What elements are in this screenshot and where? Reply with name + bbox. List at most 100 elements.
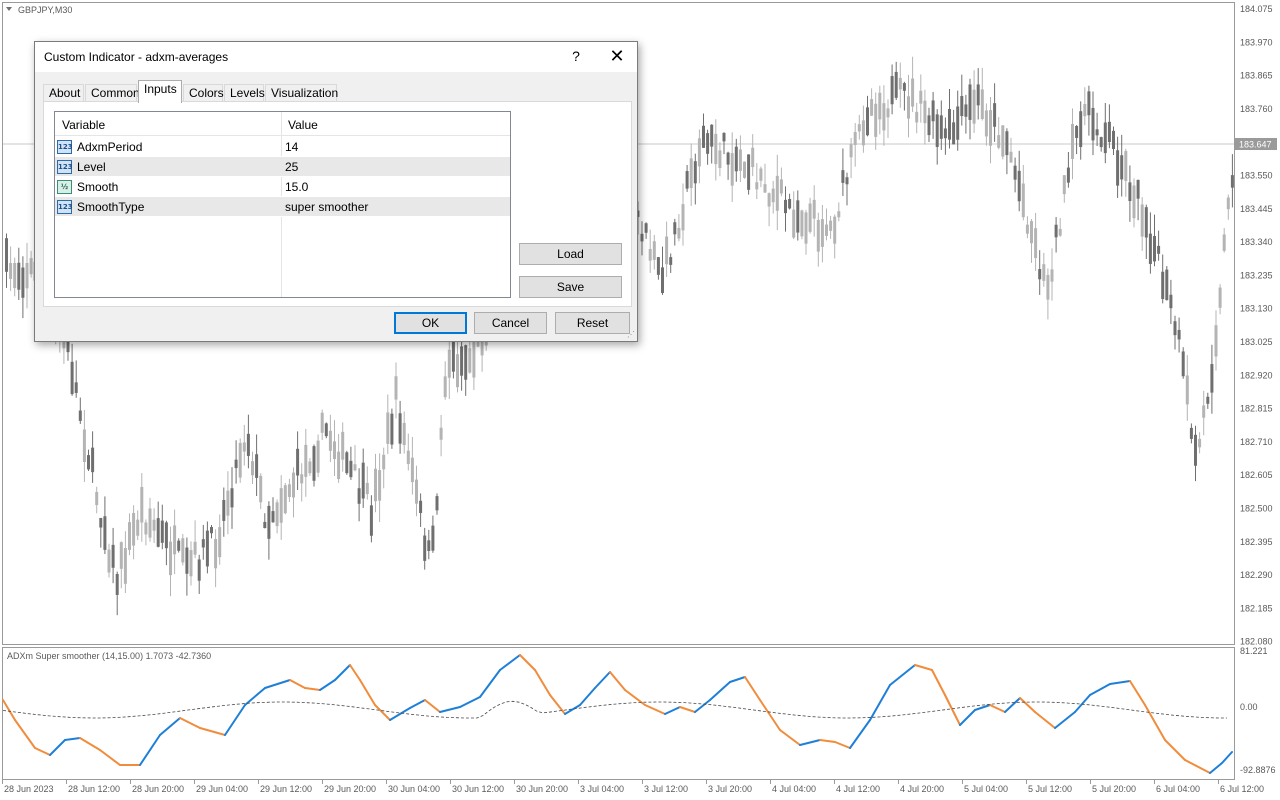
candle xyxy=(1132,185,1136,219)
help-icon[interactable]: ? xyxy=(566,48,586,66)
variable-value[interactable]: 15.0 xyxy=(285,180,308,194)
resize-grip-icon[interactable]: ⋰ xyxy=(627,331,635,339)
candle xyxy=(1206,396,1210,404)
table-row[interactable]: 123 Level 25 xyxy=(55,157,510,177)
candle xyxy=(1071,123,1074,159)
indicator-line-segment xyxy=(609,671,626,691)
candle xyxy=(730,153,734,186)
candle xyxy=(915,111,919,123)
dialog-title-bar[interactable]: Custom Indicator - adxm-averages ? ✕ xyxy=(35,42,637,72)
candle xyxy=(1075,126,1079,138)
candle xyxy=(435,496,439,511)
candle xyxy=(812,199,816,219)
candle xyxy=(87,455,90,470)
current-price-label: 183.647 xyxy=(1239,140,1272,150)
indicator-line-segment xyxy=(79,737,101,751)
candle xyxy=(185,547,189,574)
load-button[interactable]: Load xyxy=(519,243,622,265)
candle xyxy=(784,199,787,214)
indicator-line-segment xyxy=(889,664,916,686)
candle xyxy=(283,485,287,514)
indicator-line-segment xyxy=(644,704,666,715)
candle xyxy=(316,440,320,473)
table-row[interactable]: 123 SmoothType super smoother xyxy=(55,197,510,217)
indicator-line-segment xyxy=(914,664,933,671)
tab-about[interactable]: About xyxy=(43,84,84,102)
candle xyxy=(874,103,878,137)
candle xyxy=(939,115,943,139)
candle xyxy=(1177,329,1181,340)
candle xyxy=(357,488,361,504)
candle xyxy=(693,161,697,184)
save-button[interactable]: Save xyxy=(519,276,622,298)
candle xyxy=(648,249,652,261)
tab-colors[interactable]: Colors xyxy=(183,84,224,102)
candle xyxy=(1189,427,1193,439)
candle xyxy=(74,382,78,393)
indicator-line-segment xyxy=(14,719,36,749)
candle xyxy=(1210,364,1214,393)
indicator-line-segment xyxy=(694,699,711,713)
candle xyxy=(677,227,681,239)
price-tick-label: 182.185 xyxy=(1240,603,1273,613)
price-tick-label: 183.130 xyxy=(1240,304,1273,314)
cancel-button[interactable]: Cancel xyxy=(474,312,547,334)
indicator-line-segment xyxy=(779,729,801,746)
table-row[interactable]: ½ Smooth 15.0 xyxy=(55,177,510,197)
candle xyxy=(935,114,939,147)
price-tick-label: 182.710 xyxy=(1240,437,1273,447)
variable-value[interactable]: super smoother xyxy=(285,200,368,214)
candle xyxy=(845,177,849,185)
indicator-line-segment xyxy=(1004,697,1021,713)
candle xyxy=(17,262,21,290)
variable-value[interactable]: 25 xyxy=(285,160,298,174)
inputs-panel: Variable Value 123 AdxmPeriod 14 123 Lev… xyxy=(43,101,632,307)
indicator-line-segment xyxy=(424,699,441,713)
candle xyxy=(976,84,980,106)
candle xyxy=(328,430,332,451)
candle xyxy=(210,527,213,534)
candle xyxy=(1066,167,1070,183)
candle xyxy=(902,83,906,91)
indicator-line-segment xyxy=(264,679,291,689)
candle xyxy=(1124,151,1128,181)
table-row[interactable]: 123 AdxmPeriod 14 xyxy=(55,137,510,157)
indicator-line-segment xyxy=(199,727,226,736)
ok-button[interactable]: OK xyxy=(394,312,467,334)
indicator-line-segment xyxy=(1129,680,1146,706)
triangle-down-icon xyxy=(6,7,12,11)
tab-visualization[interactable]: Visualization xyxy=(265,84,338,102)
tab-inputs[interactable]: Inputs xyxy=(138,80,182,103)
candle xyxy=(279,488,283,523)
time-tick-label: 3 Jul 04:00 xyxy=(580,784,624,794)
candle xyxy=(972,89,976,124)
candle xyxy=(95,491,99,506)
candle xyxy=(886,108,890,118)
reset-button[interactable]: Reset xyxy=(555,312,630,334)
integer-icon: 123 xyxy=(57,200,73,214)
candle xyxy=(152,519,156,531)
variable-value[interactable]: 14 xyxy=(285,140,298,154)
candle xyxy=(1173,321,1177,336)
candle xyxy=(857,124,861,132)
candle xyxy=(644,223,648,233)
integer-icon: 123 xyxy=(57,140,73,154)
candle xyxy=(927,115,931,136)
candle xyxy=(792,209,796,238)
close-icon[interactable]: ✕ xyxy=(605,46,629,68)
time-tick-label: 5 Jul 04:00 xyxy=(964,784,1008,794)
indicator-line-segment xyxy=(459,696,481,708)
candle xyxy=(853,132,857,145)
candle xyxy=(472,342,476,378)
indicator-tick-label: 81.221 xyxy=(1240,646,1268,656)
tab-levels[interactable]: Levels xyxy=(224,84,265,102)
candle xyxy=(251,461,254,476)
candle xyxy=(652,241,656,260)
candle xyxy=(923,100,927,124)
candle xyxy=(1161,271,1165,300)
candle xyxy=(931,100,935,122)
tab-common[interactable]: Common xyxy=(85,84,140,102)
indicator-line-segment xyxy=(664,706,681,715)
candle xyxy=(989,110,992,146)
candle xyxy=(177,540,181,551)
